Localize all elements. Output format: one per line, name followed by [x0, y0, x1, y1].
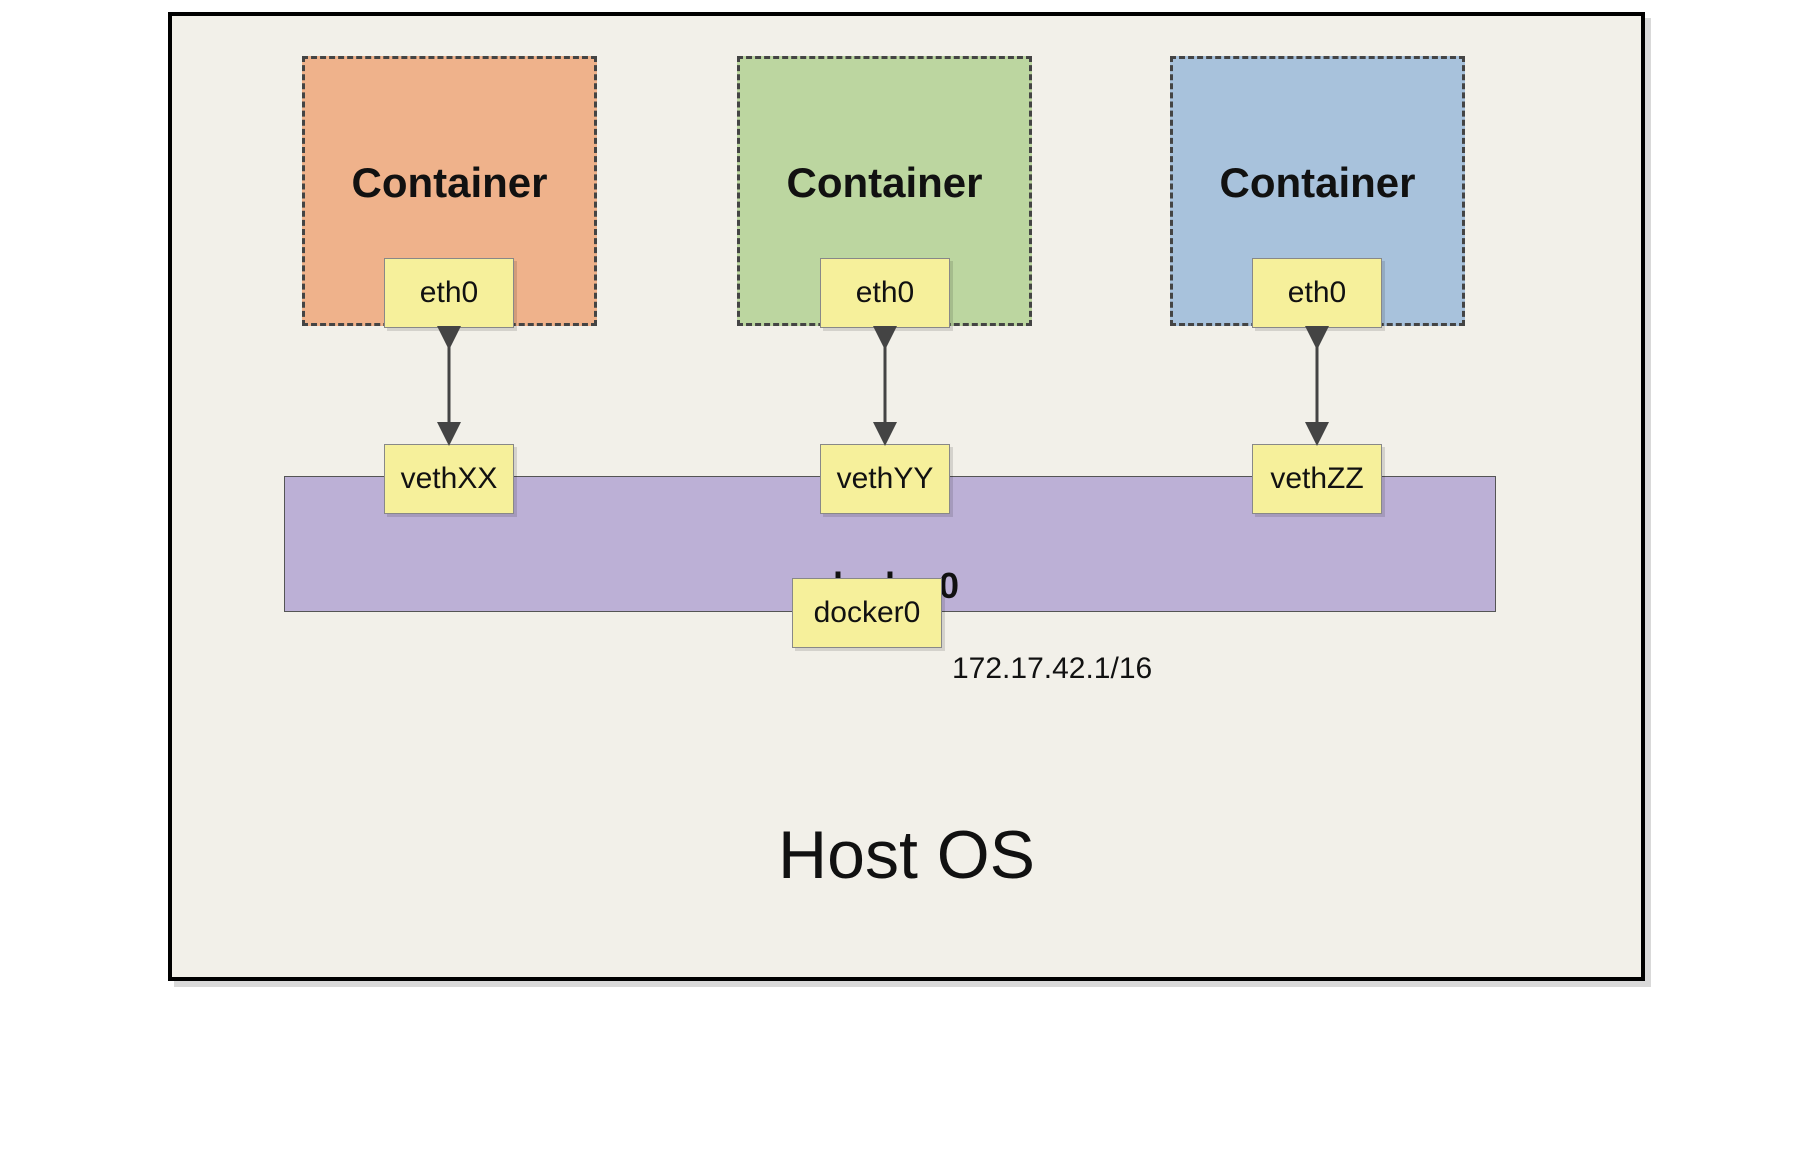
host-os-box: Container Container Container docker0 et… [168, 12, 1645, 981]
container-1-eth0: eth0 [384, 258, 514, 328]
container-2-title: Container [740, 159, 1029, 207]
veth-yy: vethYY [820, 444, 950, 514]
arrow-1 [439, 328, 459, 444]
container-3-eth0: eth0 [1252, 258, 1382, 328]
arrow-3 [1307, 328, 1327, 444]
veth-zz: vethZZ [1252, 444, 1382, 514]
container-1-title: Container [305, 159, 594, 207]
docker0-interface: docker0 [792, 578, 942, 648]
docker0-ip: 172.17.42.1/16 [952, 652, 1152, 686]
container-2-eth0: eth0 [820, 258, 950, 328]
container-3-title: Container [1173, 159, 1462, 207]
veth-xx: vethXX [384, 444, 514, 514]
arrow-2 [875, 328, 895, 444]
host-os-label: Host OS [172, 816, 1641, 894]
